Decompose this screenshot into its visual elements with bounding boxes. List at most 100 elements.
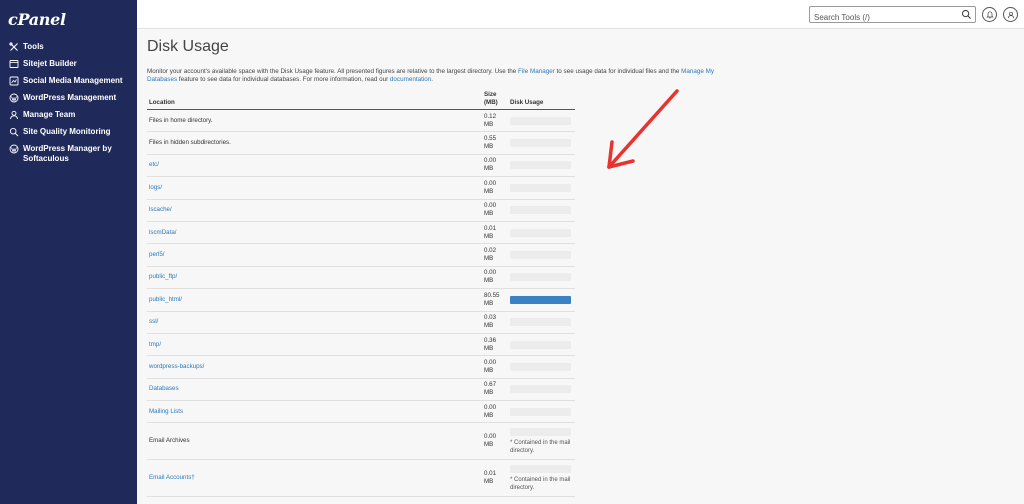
sidebar-nav: Tools Sitejet Builder Social Media Managem…	[0, 41, 137, 164]
team-icon	[8, 109, 19, 120]
sidebar-item-tools[interactable]: Tools	[0, 41, 137, 58]
size-cell: 0.01 MB	[482, 459, 508, 498]
location-cell: Mailing Lists	[147, 400, 482, 424]
location-cell: public_html/	[147, 288, 482, 312]
usage-cell: * Contained in the mail directory.	[508, 459, 575, 498]
user-menu-button[interactable]	[1003, 7, 1018, 22]
sidebar-item-label: Sitejet Builder	[23, 59, 77, 68]
sidebar-item-manage-team[interactable]: Manage Team	[0, 109, 137, 126]
size-cell: 0.00 MB	[482, 355, 508, 379]
usage-bar	[510, 340, 571, 349]
notifications-button[interactable]	[982, 7, 997, 22]
usage-bar	[510, 139, 571, 148]
table-row: lscache/0.00 MB	[147, 199, 575, 222]
location-cell: Files in hidden subdirectories.	[147, 131, 482, 155]
location-cell: logs/	[147, 176, 482, 200]
size-cell: 0.00 MB	[482, 422, 508, 461]
sidebar-item-sitejet-builder[interactable]: Sitejet Builder	[0, 58, 137, 75]
table-row: Email Archives 0.00 MB * Contained in the …	[147, 422, 575, 461]
location-cell: lscmData/	[147, 221, 482, 245]
location-link[interactable]: wordpress-backups/	[149, 363, 204, 370]
location-cell: Files in home directory.	[147, 109, 482, 133]
location-cell: Email Archives	[147, 422, 482, 461]
location-link[interactable]: tmp/	[149, 341, 161, 348]
location-link[interactable]: perl5/	[149, 251, 164, 258]
table-header-row: Location Size (MB) Disk Usage	[147, 91, 575, 110]
description-text: feature to see data for individual datab…	[177, 76, 390, 83]
size-cell: 0.02 MB	[482, 243, 508, 267]
size-cell: 80.55 MB	[482, 288, 508, 312]
size-cell: 0.55 MB	[482, 131, 508, 155]
page-description: Monitor your account's available space w…	[147, 68, 737, 84]
table-row: Databases 0.67 MB	[147, 378, 575, 402]
wordpress-icon	[8, 92, 19, 103]
disk-usage-header: Disk Usage	[508, 91, 575, 110]
usage-cell	[508, 266, 575, 290]
location-link[interactable]: lscmData/	[149, 229, 177, 236]
size-cell: 0.00 MB	[482, 266, 508, 290]
size-cell: 0.67 MB	[482, 378, 508, 402]
location-header[interactable]: Location	[147, 91, 482, 110]
location-link[interactable]: public_html/	[149, 296, 182, 303]
location-link[interactable]: Mailing Lists	[149, 408, 183, 415]
location-cell: wordpress-backups/	[147, 355, 482, 379]
usage-cell	[508, 400, 575, 424]
search-input[interactable]	[810, 10, 960, 25]
usage-bar	[510, 116, 571, 125]
table-row: Email Accounts† 0.01 MB * Contained in the…	[147, 459, 575, 498]
sidebar-item-label: Social Media Management	[23, 76, 123, 85]
table-row: public_html/80.55 MB	[147, 288, 575, 312]
red-arrow-annotation	[607, 89, 679, 169]
file-manager-link[interactable]: File Manager	[518, 68, 555, 75]
sidebar-item-wordpress-manager-by-softaculous[interactable]: WordPress Manager by Softaculous	[0, 143, 137, 164]
cpanel-logo[interactable]: cPanel	[8, 10, 66, 29]
location-link[interactable]: Email Accounts†	[149, 474, 195, 481]
usage-cell	[508, 243, 575, 267]
location-link[interactable]: public_ftp/	[149, 273, 177, 280]
location-link[interactable]: logs/	[149, 184, 162, 191]
social-media-icon	[8, 75, 19, 86]
page-title: Disk Usage	[147, 38, 229, 55]
size-cell: 0.00 MB	[482, 176, 508, 200]
usage-cell	[508, 131, 575, 155]
usage-cell	[508, 109, 575, 133]
location-label: Files in home directory.	[149, 116, 213, 124]
usage-bar	[510, 183, 571, 192]
location-cell: Databases	[147, 378, 482, 402]
tools-icon	[8, 41, 19, 52]
table-row: wordpress-backups/0.00 MB	[147, 355, 575, 379]
size-header[interactable]: Size (MB)	[482, 91, 508, 110]
table-row: lscmData/0.01 MB	[147, 221, 575, 245]
location-link[interactable]: Databases	[149, 385, 179, 392]
usage-bar	[510, 427, 571, 436]
sidebar-item-social-media-management[interactable]: Social Media Management	[0, 75, 137, 92]
size-cell: 0.36 MB	[482, 333, 508, 357]
main-content: Disk Usage Monitor your account's availa…	[137, 29, 1024, 504]
documentation-link[interactable]: documentation	[390, 76, 431, 83]
location-cell: public_ftp/	[147, 266, 482, 290]
top-bar	[137, 0, 1024, 29]
sidebar: cPanel Tools Sitejet Builder Social Media …	[0, 0, 137, 504]
location-link[interactable]: lscache/	[149, 206, 172, 213]
sidebar-item-label: WordPress Management	[23, 93, 117, 102]
search-icon[interactable]	[961, 9, 972, 20]
usage-cell	[508, 176, 575, 200]
location-link[interactable]: ssl/	[149, 318, 158, 325]
table-row: perl5/0.02 MB	[147, 243, 575, 267]
location-cell: tmp/	[147, 333, 482, 357]
usage-cell	[508, 355, 575, 379]
sidebar-item-site-quality-monitoring[interactable]: Site Quality Monitoring	[0, 126, 137, 143]
search-box	[809, 6, 976, 25]
magnifier-icon	[8, 126, 19, 137]
table-row: public_ftp/0.00 MB	[147, 266, 575, 290]
location-link[interactable]: etc/	[149, 161, 159, 168]
usage-bar	[510, 318, 571, 327]
usage-cell	[508, 378, 575, 402]
bell-icon	[985, 10, 994, 18]
usage-cell	[508, 154, 575, 178]
usage-bar	[510, 273, 571, 282]
usage-bar	[510, 362, 571, 371]
description-text: to see usage data for individual files a…	[554, 68, 682, 75]
sidebar-item-wordpress-management[interactable]: WordPress Management	[0, 92, 137, 109]
sidebar-item-label: Manage Team	[23, 110, 76, 119]
